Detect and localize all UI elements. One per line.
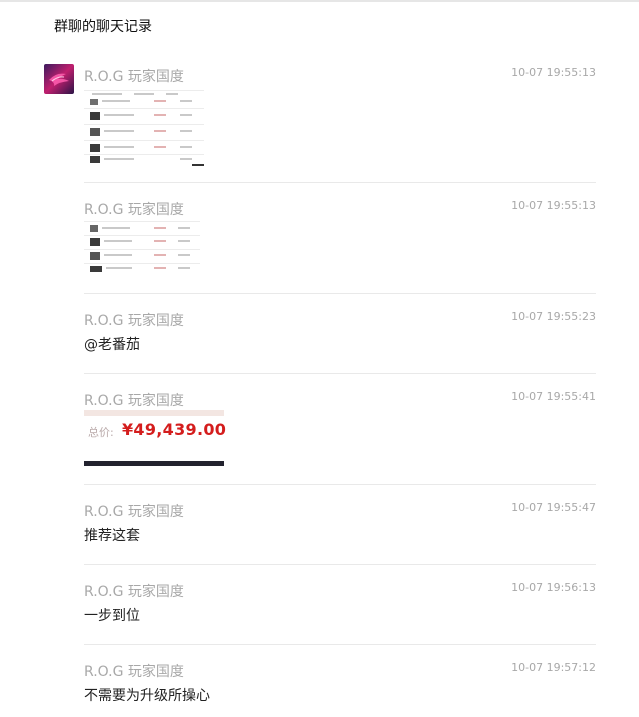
message-item: R.O.G 玩家国度 10-07 19:57:12 不需要为升级所操心 — [84, 661, 596, 711]
message-text: 不需要为升级所操心 — [84, 688, 210, 704]
sender-name: R.O.G 玩家国度 — [84, 202, 184, 218]
top-border — [0, 0, 639, 2]
message-item: R.O.G 玩家国度 10-07 19:55:41 总价: ¥49,439.00 — [84, 390, 596, 485]
message-divider — [84, 373, 596, 374]
rog-logo-icon[interactable] — [44, 64, 74, 94]
message-divider — [84, 484, 596, 485]
message-time: 10-07 19:55:41 — [511, 390, 596, 403]
price-image-attachment[interactable]: 总价: ¥49,439.00 — [84, 410, 227, 466]
message-item: R.O.G 玩家国度 10-07 19:55:13 — [84, 66, 596, 183]
message-item: R.O.G 玩家国度 10-07 19:56:13 一步到位 — [84, 581, 596, 645]
message-time: 10-07 19:55:23 — [511, 310, 596, 323]
message-divider — [84, 564, 596, 565]
message-time: 10-07 19:55:13 — [511, 66, 596, 79]
sender-name: R.O.G 玩家国度 — [84, 584, 184, 600]
message-time: 10-07 19:55:13 — [511, 199, 596, 212]
message-text: 一步到位 — [84, 608, 140, 624]
sender-name: R.O.G 玩家国度 — [84, 664, 184, 680]
image-attachment[interactable] — [84, 219, 202, 275]
sender-name: R.O.G 玩家国度 — [84, 504, 184, 520]
sender-name: R.O.G 玩家国度 — [84, 313, 184, 329]
message-text: @老番茄 — [84, 337, 140, 353]
message-time: 10-07 19:57:12 — [511, 661, 596, 674]
message-divider — [84, 182, 596, 183]
sender-name: R.O.G 玩家国度 — [84, 69, 184, 85]
window-title: 群聊的聊天记录 — [54, 19, 152, 35]
message-time: 10-07 19:55:47 — [511, 501, 596, 514]
message-item: R.O.G 玩家国度 10-07 19:55:23 @老番茄 — [84, 310, 596, 374]
message-text: 推荐这套 — [84, 528, 140, 544]
sender-name: R.O.G 玩家国度 — [84, 393, 184, 409]
image-attachment[interactable] — [84, 86, 206, 166]
message-time: 10-07 19:56:13 — [511, 581, 596, 594]
message-item: R.O.G 玩家国度 10-07 19:55:13 — [84, 199, 596, 294]
message-divider — [84, 644, 596, 645]
message-divider — [84, 293, 596, 294]
message-item: R.O.G 玩家国度 10-07 19:55:47 推荐这套 — [84, 501, 596, 565]
price-label: 总价: — [88, 426, 114, 439]
price-amount: ¥49,439.00 — [122, 420, 227, 439]
